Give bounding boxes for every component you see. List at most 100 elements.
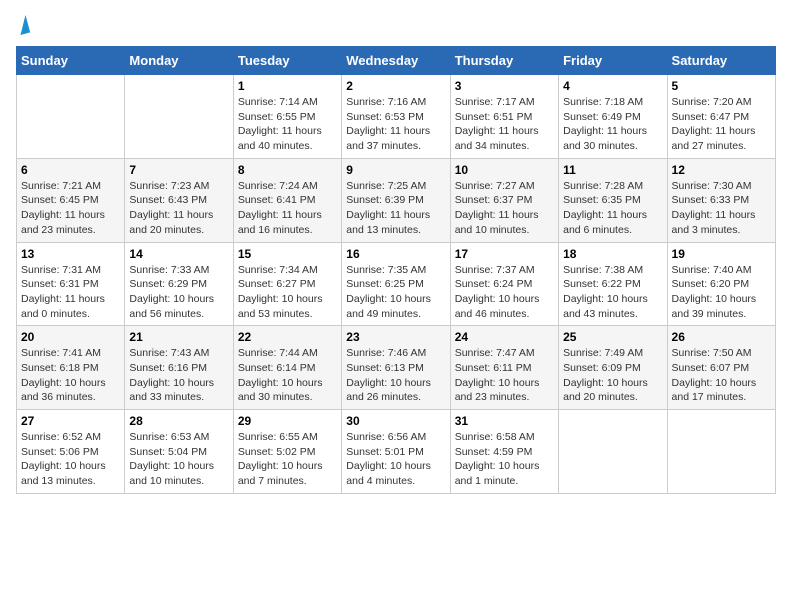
day-info: Sunrise: 7:16 AM Sunset: 6:53 PM Dayligh… (346, 95, 445, 154)
day-number: 16 (346, 247, 445, 261)
calendar-cell: 20Sunrise: 7:41 AM Sunset: 6:18 PM Dayli… (17, 326, 125, 410)
calendar-cell: 6 Sunrise: 7:21 AM Sunset: 6:45 PM Daylig… (17, 158, 125, 242)
calendar-cell: 22 Sunrise: 7:44 AM Sunset: 6:14 PM Dayli… (233, 326, 341, 410)
calendar-week-row: 6 Sunrise: 7:21 AM Sunset: 6:45 PM Daylig… (17, 158, 776, 242)
calendar-cell: 18 Sunrise: 7:38 AM Sunset: 6:22 PM Dayli… (559, 242, 667, 326)
calendar-cell: 26 Sunrise: 7:50 AM Sunset: 6:07 PM Dayli… (667, 326, 775, 410)
day-number: 24 (455, 330, 554, 344)
calendar-cell: 12 Sunrise: 7:30 AM Sunset: 6:33 PM Dayli… (667, 158, 775, 242)
weekday-header: Tuesday (233, 47, 341, 75)
day-number: 27 (21, 414, 120, 428)
weekday-header: Sunday (17, 47, 125, 75)
calendar-week-row: 13Sunrise: 7:31 AM Sunset: 6:31 PM Dayli… (17, 242, 776, 326)
day-info: Sunrise: 7:28 AM Sunset: 6:35 PM Dayligh… (563, 179, 662, 238)
calendar-cell: 10Sunrise: 7:27 AM Sunset: 6:37 PM Dayli… (450, 158, 558, 242)
day-info: Sunrise: 7:25 AM Sunset: 6:39 PM Dayligh… (346, 179, 445, 238)
calendar-cell: 27 Sunrise: 6:52 AM Sunset: 5:06 PM Dayli… (17, 410, 125, 494)
day-info: Sunrise: 7:24 AM Sunset: 6:41 PM Dayligh… (238, 179, 337, 238)
calendar-cell: 29 Sunrise: 6:55 AM Sunset: 5:02 PM Dayli… (233, 410, 341, 494)
day-info: Sunrise: 7:49 AM Sunset: 6:09 PM Dayligh… (563, 346, 662, 405)
day-info: Sunrise: 7:50 AM Sunset: 6:07 PM Dayligh… (672, 346, 771, 405)
calendar-week-row: 1Sunrise: 7:14 AM Sunset: 6:55 PM Daylig… (17, 75, 776, 159)
day-number: 9 (346, 163, 445, 177)
day-number: 14 (129, 247, 228, 261)
day-number: 4 (563, 79, 662, 93)
day-info: Sunrise: 7:38 AM Sunset: 6:22 PM Dayligh… (563, 263, 662, 322)
day-number: 13 (21, 247, 120, 261)
day-info: Sunrise: 7:41 AM Sunset: 6:18 PM Dayligh… (21, 346, 120, 405)
weekday-header: Saturday (667, 47, 775, 75)
day-info: Sunrise: 7:33 AM Sunset: 6:29 PM Dayligh… (129, 263, 228, 322)
calendar-header-row: SundayMondayTuesdayWednesdayThursdayFrid… (17, 47, 776, 75)
calendar-cell (667, 410, 775, 494)
day-info: Sunrise: 7:43 AM Sunset: 6:16 PM Dayligh… (129, 346, 228, 405)
day-number: 15 (238, 247, 337, 261)
weekday-header: Thursday (450, 47, 558, 75)
day-number: 29 (238, 414, 337, 428)
day-info: Sunrise: 7:17 AM Sunset: 6:51 PM Dayligh… (455, 95, 554, 154)
calendar-cell: 23 Sunrise: 7:46 AM Sunset: 6:13 PM Dayli… (342, 326, 450, 410)
calendar-cell: 7 Sunrise: 7:23 AM Sunset: 6:43 PM Daylig… (125, 158, 233, 242)
day-number: 19 (672, 247, 771, 261)
day-info: Sunrise: 7:40 AM Sunset: 6:20 PM Dayligh… (672, 263, 771, 322)
logo-text (16, 16, 28, 34)
day-number: 11 (563, 163, 662, 177)
day-info: Sunrise: 7:27 AM Sunset: 6:37 PM Dayligh… (455, 179, 554, 238)
weekday-header: Wednesday (342, 47, 450, 75)
day-number: 22 (238, 330, 337, 344)
calendar-cell: 30Sunrise: 6:56 AM Sunset: 5:01 PM Dayli… (342, 410, 450, 494)
calendar-cell: 5 Sunrise: 7:20 AM Sunset: 6:47 PM Daylig… (667, 75, 775, 159)
calendar-cell: 15Sunrise: 7:34 AM Sunset: 6:27 PM Dayli… (233, 242, 341, 326)
calendar-cell: 8Sunrise: 7:24 AM Sunset: 6:41 PM Daylig… (233, 158, 341, 242)
day-number: 18 (563, 247, 662, 261)
calendar-cell: 24 Sunrise: 7:47 AM Sunset: 6:11 PM Dayli… (450, 326, 558, 410)
day-number: 26 (672, 330, 771, 344)
weekday-header: Monday (125, 47, 233, 75)
day-number: 21 (129, 330, 228, 344)
calendar-body: 1Sunrise: 7:14 AM Sunset: 6:55 PM Daylig… (17, 75, 776, 494)
day-info: Sunrise: 7:37 AM Sunset: 6:24 PM Dayligh… (455, 263, 554, 322)
day-number: 5 (672, 79, 771, 93)
day-info: Sunrise: 6:55 AM Sunset: 5:02 PM Dayligh… (238, 430, 337, 489)
day-number: 17 (455, 247, 554, 261)
day-info: Sunrise: 7:14 AM Sunset: 6:55 PM Dayligh… (238, 95, 337, 154)
calendar-cell: 4 Sunrise: 7:18 AM Sunset: 6:49 PM Daylig… (559, 75, 667, 159)
day-info: Sunrise: 6:52 AM Sunset: 5:06 PM Dayligh… (21, 430, 120, 489)
day-number: 6 (21, 163, 120, 177)
day-info: Sunrise: 7:44 AM Sunset: 6:14 PM Dayligh… (238, 346, 337, 405)
day-info: Sunrise: 7:46 AM Sunset: 6:13 PM Dayligh… (346, 346, 445, 405)
day-number: 31 (455, 414, 554, 428)
page-header (16, 16, 776, 34)
day-info: Sunrise: 7:35 AM Sunset: 6:25 PM Dayligh… (346, 263, 445, 322)
day-number: 28 (129, 414, 228, 428)
calendar-cell: 21 Sunrise: 7:43 AM Sunset: 6:16 PM Dayli… (125, 326, 233, 410)
day-info: Sunrise: 6:58 AM Sunset: 4:59 PM Dayligh… (455, 430, 554, 489)
calendar-cell: 14 Sunrise: 7:33 AM Sunset: 6:29 PM Dayli… (125, 242, 233, 326)
calendar-cell: 25 Sunrise: 7:49 AM Sunset: 6:09 PM Dayli… (559, 326, 667, 410)
calendar-week-row: 20Sunrise: 7:41 AM Sunset: 6:18 PM Dayli… (17, 326, 776, 410)
calendar-cell: 31 Sunrise: 6:58 AM Sunset: 4:59 PM Dayli… (450, 410, 558, 494)
calendar-cell: 19 Sunrise: 7:40 AM Sunset: 6:20 PM Dayli… (667, 242, 775, 326)
calendar-cell: 16 Sunrise: 7:35 AM Sunset: 6:25 PM Dayli… (342, 242, 450, 326)
day-info: Sunrise: 6:53 AM Sunset: 5:04 PM Dayligh… (129, 430, 228, 489)
logo (16, 16, 28, 34)
day-number: 12 (672, 163, 771, 177)
day-info: Sunrise: 7:30 AM Sunset: 6:33 PM Dayligh… (672, 179, 771, 238)
calendar-cell: 17 Sunrise: 7:37 AM Sunset: 6:24 PM Dayli… (450, 242, 558, 326)
day-info: Sunrise: 7:21 AM Sunset: 6:45 PM Dayligh… (21, 179, 120, 238)
calendar-week-row: 27 Sunrise: 6:52 AM Sunset: 5:06 PM Dayli… (17, 410, 776, 494)
calendar-cell: 2 Sunrise: 7:16 AM Sunset: 6:53 PM Daylig… (342, 75, 450, 159)
calendar-table: SundayMondayTuesdayWednesdayThursdayFrid… (16, 46, 776, 494)
day-info: Sunrise: 7:18 AM Sunset: 6:49 PM Dayligh… (563, 95, 662, 154)
day-number: 7 (129, 163, 228, 177)
day-info: Sunrise: 7:23 AM Sunset: 6:43 PM Dayligh… (129, 179, 228, 238)
calendar-cell: 1Sunrise: 7:14 AM Sunset: 6:55 PM Daylig… (233, 75, 341, 159)
day-info: Sunrise: 7:20 AM Sunset: 6:47 PM Dayligh… (672, 95, 771, 154)
calendar-cell (125, 75, 233, 159)
day-number: 23 (346, 330, 445, 344)
day-number: 2 (346, 79, 445, 93)
day-number: 30 (346, 414, 445, 428)
day-info: Sunrise: 7:47 AM Sunset: 6:11 PM Dayligh… (455, 346, 554, 405)
day-number: 25 (563, 330, 662, 344)
calendar-cell: 9 Sunrise: 7:25 AM Sunset: 6:39 PM Daylig… (342, 158, 450, 242)
